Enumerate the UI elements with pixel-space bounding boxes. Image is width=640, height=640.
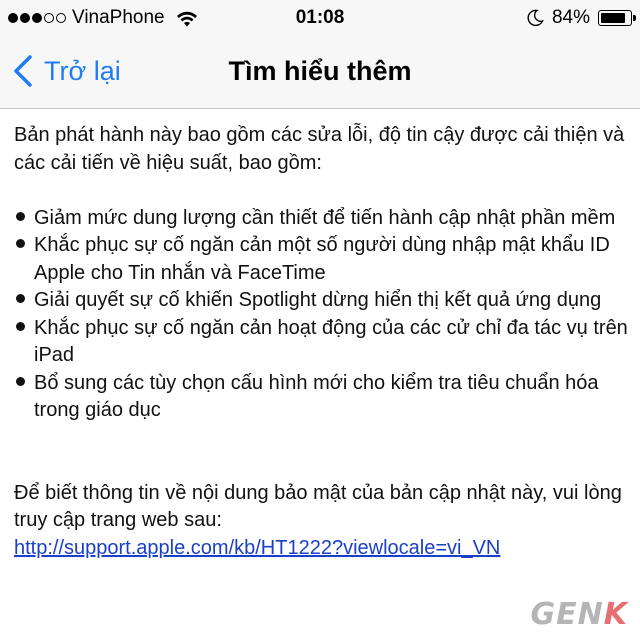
list-item-text: Khắc phục sự cố ngăn cản một số người dù… (34, 234, 610, 284)
status-right: 84% (526, 7, 636, 29)
list-item: Giải quyết sự cố khiến Spotlight dừng hi… (14, 287, 628, 315)
navigation-bar: Trở lại Tìm hiểu thêm (0, 36, 640, 109)
status-bar: VinaPhone 01:08 84% (0, 0, 640, 36)
battery-nub (633, 15, 636, 21)
list-item: Bổ sung các tùy chọn cấu hình mới cho ki… (14, 370, 628, 425)
list-item-text: Giải quyết sự cố khiến Spotlight dừng hi… (34, 289, 602, 311)
support-link[interactable]: http://support.apple.com/kb/HT1222?viewl… (14, 537, 500, 559)
watermark-accent: K (603, 597, 628, 632)
list-item-text: Bổ sung các tùy chọn cấu hình mới cho ki… (34, 371, 599, 422)
moon-icon (527, 9, 544, 27)
watermark-part: GEN (530, 597, 604, 632)
list-item: Giảm mức dung lượng cần thiết để tiến hà… (14, 205, 628, 233)
bullet-icon (14, 370, 34, 398)
battery-percent: 84% (551, 7, 590, 28)
battery-icon (598, 10, 636, 26)
list-item: Khắc phục sự cố ngăn cản hoạt động của c… (14, 315, 628, 370)
screen: VinaPhone 01:08 84% Trở lại Tìm hiểu thê… (0, 0, 640, 640)
bullet-icon (14, 315, 34, 343)
genk-watermark-logo: GENK (531, 597, 628, 632)
bullet-icon (14, 205, 34, 233)
bullet-icon (14, 287, 34, 315)
intro-text: Bản phát hành này bao gồm các sửa lỗi, đ… (14, 124, 625, 174)
privacy-text: Để biết thông tin về nội dung bảo mật củ… (14, 481, 622, 532)
list-item-text: Khắc phục sự cố ngăn cản hoạt động của c… (34, 316, 628, 367)
bullet-list: Giảm mức dung lượng cần thiết để tiến hà… (14, 205, 628, 425)
page-title: Tìm hiểu thêm (228, 56, 412, 86)
release-notes: Bản phát hành này bao gồm các sửa lỗi, đ… (14, 122, 628, 562)
list-item: Khắc phục sự cố ngăn cản một số người dù… (14, 232, 628, 287)
battery-fill (601, 13, 625, 23)
list-item-text: Giảm mức dung lượng cần thiết để tiến hà… (34, 206, 616, 229)
bullet-icon (14, 232, 34, 260)
